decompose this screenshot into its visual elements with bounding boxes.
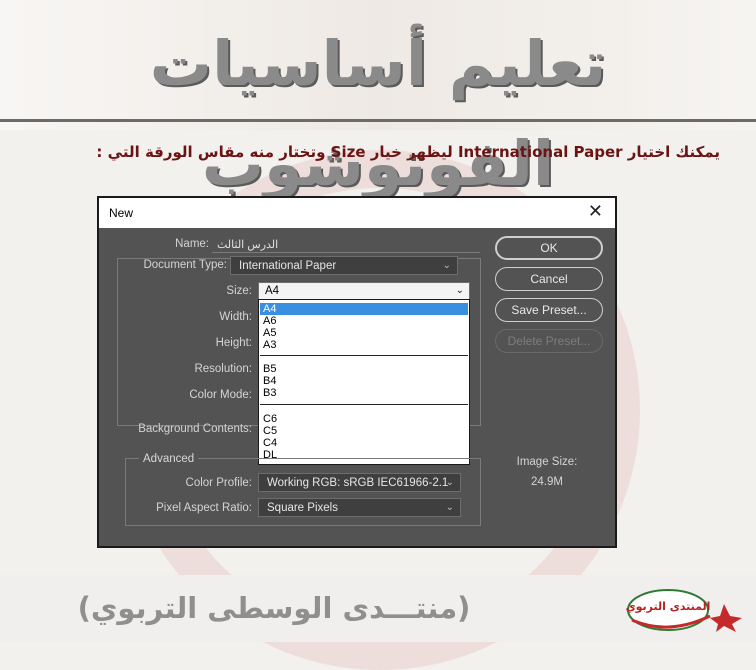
chevron-down-icon: ⌄: [455, 285, 464, 296]
image-size-value: 24.9M: [531, 476, 563, 488]
dropdown-separator: [260, 355, 468, 356]
size-option[interactable]: C6: [260, 413, 468, 425]
chevron-down-icon: ⌄: [442, 260, 451, 271]
color-profile-label: Color Profile:: [185, 477, 252, 489]
document-type-value: International Paper: [239, 260, 337, 272]
size-dropdown-list: A4 A6 A5 A3 B5 B4 B3 C6 C5 C4 DL: [258, 299, 470, 465]
color-profile-select[interactable]: Working RGB: sRGB IEC61966-2.1 ⌄: [258, 473, 461, 492]
cancel-button[interactable]: Cancel: [495, 267, 603, 291]
document-type-select[interactable]: International Paper ⌄: [230, 256, 458, 275]
advanced-toggle[interactable]: Advanced: [139, 453, 199, 465]
width-label: Width:: [219, 311, 252, 323]
forum-logo: المنتدى التربوي: [626, 589, 742, 632]
name-field[interactable]: الدرس الثالث: [217, 238, 278, 251]
name-field-underline: [212, 252, 480, 253]
color-profile-value: Working RGB: sRGB IEC61966-2.1: [267, 477, 449, 489]
background-contents-label: Background Contents:: [138, 423, 252, 435]
size-option[interactable]: A5: [260, 327, 468, 339]
size-value: A4: [265, 285, 280, 297]
footer-forum-name: (منتـــدى الوسطى التربوي): [77, 591, 471, 625]
size-option[interactable]: A4: [260, 303, 468, 315]
ok-button[interactable]: OK: [495, 236, 603, 260]
pixel-aspect-ratio-select[interactable]: Square Pixels ⌄: [258, 498, 461, 517]
size-select[interactable]: A4 ⌄: [258, 282, 470, 300]
page-title: تعليم أساسيات الفوتوشوب: [149, 27, 607, 200]
color-mode-label: Color Mode:: [189, 389, 252, 401]
size-option[interactable]: C4: [260, 437, 468, 449]
chevron-down-icon: ⌄: [445, 477, 454, 488]
name-label: Name:: [175, 238, 209, 250]
pixel-aspect-ratio-label: Pixel Aspect Ratio:: [156, 502, 252, 514]
save-preset-button[interactable]: Save Preset...: [495, 298, 603, 322]
size-option[interactable]: B3: [260, 387, 468, 399]
size-option[interactable]: A3: [260, 339, 468, 351]
svg-text:المنتدى التربوي: المنتدى التربوي: [626, 600, 711, 613]
height-label: Height:: [215, 337, 252, 349]
dropdown-separator: [260, 404, 468, 405]
delete-preset-button: Delete Preset...: [495, 329, 603, 353]
image-size-label: Image Size:: [516, 456, 578, 468]
size-label: Size:: [226, 285, 252, 297]
new-document-dialog: New ✕ Name: الدرس الثالث Document Type: …: [97, 196, 617, 548]
size-option[interactable]: C5: [260, 425, 468, 437]
size-option[interactable]: B4: [260, 375, 468, 387]
pixel-aspect-ratio-value: Square Pixels: [267, 502, 338, 514]
size-option[interactable]: B5: [260, 363, 468, 375]
instruction-text: يمكنك اختيار International Paper ليظهر خ…: [96, 143, 720, 161]
document-type-label: Document Type:: [143, 259, 227, 271]
size-option[interactable]: A6: [260, 315, 468, 327]
dialog-title: New: [109, 206, 134, 220]
resolution-label: Resolution:: [194, 363, 252, 375]
header-divider: [0, 119, 756, 122]
close-icon[interactable]: ✕: [588, 201, 603, 222]
chevron-down-icon: ⌄: [445, 502, 454, 513]
dialog-titlebar: New ✕: [99, 198, 615, 228]
